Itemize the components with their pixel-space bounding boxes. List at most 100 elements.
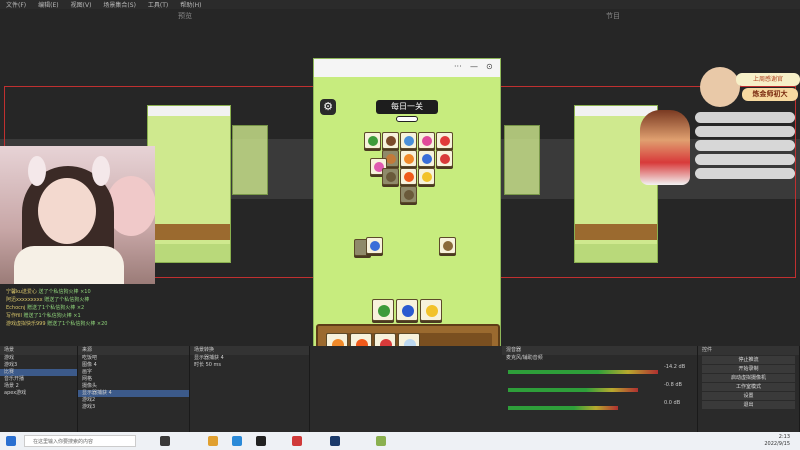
source-item[interactable]: 游戏3 [78, 404, 189, 411]
game-app-icon[interactable] [376, 436, 386, 446]
settings-button[interactable]: ⚙ [320, 99, 336, 115]
obs-window: 文件(F) 编辑(E) 视图(V) 场景集合(S) 工具(T) 帮助(H) 预览… [0, 0, 800, 450]
source-item[interactable]: 吃饭吧 [78, 355, 189, 362]
chat-line: 写作fill 赠送了1个私信狗火棒 ×1 [6, 313, 81, 319]
tile-fire[interactable] [400, 168, 417, 185]
chat-line: 阿迅xxxxxxxxx 赠送了个私信狗火棒 [6, 297, 90, 303]
gear-icon: ⚙ [323, 100, 333, 113]
start-recording-button[interactable]: 开始录制 [702, 365, 795, 373]
obs-icon[interactable] [256, 436, 266, 446]
tile-ball[interactable] [400, 132, 417, 149]
stop-streaming-button[interactable]: 停止推流 [702, 356, 795, 364]
tile-bell-2[interactable] [420, 299, 442, 321]
menu-help[interactable]: 帮助(H) [180, 0, 201, 9]
tile-flower[interactable] [436, 132, 453, 149]
windows-start-icon[interactable] [6, 436, 16, 446]
menu-view[interactable]: 视图(V) [71, 0, 92, 9]
minimize-button[interactable]: — [470, 62, 478, 71]
preview-label: 预览 [178, 12, 192, 20]
gift-row [695, 112, 795, 123]
app-icon[interactable] [292, 436, 302, 446]
gift-row [695, 140, 795, 151]
more-menu-button[interactable]: ··· [454, 62, 462, 71]
bunny-ear-left [28, 156, 46, 186]
gift-row [695, 154, 795, 165]
scene-item[interactable]: 场景 2 [0, 383, 77, 390]
taskbar-search[interactable]: 在这里输入你要搜索的内容 [24, 435, 136, 447]
source-item[interactable]: 画字 [78, 369, 189, 376]
audio-meter [508, 370, 658, 374]
sources-title: 来源 [78, 346, 189, 355]
sources-dock: 来源 吃饭吧 图像 4 画字 网格 摄像头 显示器捕获 4 游戏2 游戏3 [78, 346, 190, 432]
menu-file[interactable]: 文件(F) [6, 0, 26, 9]
gift-row [695, 126, 795, 137]
source-item[interactable]: 游戏2 [78, 397, 189, 404]
gift-row [695, 168, 795, 179]
virtual-camera-button[interactable]: 启动虚拟摄像机 [702, 374, 795, 382]
gift-ranking-list [695, 112, 795, 182]
system-clock[interactable]: 2:13 2022/9/15 [764, 434, 790, 448]
clock-date: 2022/9/15 [764, 441, 790, 447]
audio-meter [508, 406, 618, 410]
db-readout: -0.8 dB [664, 382, 682, 388]
obs-docks: 场景 游戏 游戏3 比赛 音乐开播 场景 2 apex游戏 来源 吃饭吧 图像 … [0, 346, 800, 432]
level-title: 每日一关 [376, 100, 438, 114]
task-view-icon[interactable] [160, 436, 170, 446]
tile-bell[interactable] [418, 168, 435, 185]
windows-taskbar: 在这里输入你要搜索的内容 2:13 2022/9/15 [0, 432, 800, 450]
display-source-label: 显示器捕获 4 [194, 355, 224, 361]
edge-icon[interactable] [232, 436, 242, 446]
transitions-dock: 场景转换 显示器捕获 4 时长 50 ms [190, 346, 310, 432]
transitions-title: 场景转换 [190, 346, 309, 355]
mini-thumb-2 [504, 125, 540, 195]
duration-value[interactable]: 50 ms [206, 362, 221, 368]
weekly-thanks-badge: 上周感谢官 [736, 73, 800, 86]
studio-mode-button[interactable]: 工作室模式 [702, 383, 795, 391]
avatar-character [700, 67, 740, 107]
db-readout: 0.0 dB [664, 400, 681, 406]
exit-button[interactable]: 退出 [702, 401, 795, 409]
mini-thumb-1 [232, 125, 268, 195]
chat-line: 宁馨ku送爱心 送了个私信狗火棒 ×10 [6, 289, 91, 295]
mini-game-preview [147, 105, 231, 263]
menu-scene-collection[interactable]: 场景集合(S) [103, 0, 136, 9]
anime-character-overlay [640, 110, 690, 185]
scene-item[interactable]: 比赛 [0, 369, 77, 376]
duration-row: 时长 50 ms [194, 362, 222, 368]
source-item[interactable]: 摄像头 [78, 383, 189, 390]
tile-stack[interactable] [382, 168, 399, 185]
gift-chat: 宁馨ku送爱心 送了个私信狗火棒 ×10 阿迅xxxxxxxxx 赠送了个私信狗… [6, 288, 156, 328]
chat-line: 游戏虚拟快乐999 赠送了1个私信狗火棒 ×20 [6, 321, 108, 327]
bone-icon [396, 116, 418, 122]
tile-hammer[interactable] [366, 237, 383, 254]
close-target-button[interactable]: ⊙ [486, 62, 493, 71]
tile-glove[interactable] [396, 299, 418, 321]
source-item[interactable]: 显示器捕获 4 [78, 390, 189, 397]
tile-jar[interactable] [418, 150, 435, 167]
streamer-body [14, 246, 124, 284]
scene-item[interactable]: 游戏 [0, 355, 77, 362]
tile-stack[interactable] [400, 186, 417, 203]
controls-dock: 控件 停止推流 开始录制 启动虚拟摄像机 工作室模式 设置 退出 [698, 346, 800, 432]
menu-tools[interactable]: 工具(T) [148, 0, 168, 9]
tile-leaf[interactable] [364, 132, 381, 149]
chrome-icon[interactable] [208, 436, 218, 446]
menu-bar: 文件(F) 编辑(E) 视图(V) 场景集合(S) 工具(T) 帮助(H) [0, 0, 800, 9]
clock-time: 2:13 [778, 434, 790, 440]
tile-carrot[interactable] [400, 150, 417, 167]
tile-grass[interactable] [372, 299, 394, 321]
tile-bowl[interactable] [436, 150, 453, 167]
source-item[interactable]: 网格 [78, 376, 189, 383]
tile-shovel[interactable] [439, 237, 456, 254]
settings-button-obs[interactable]: 设置 [702, 392, 795, 400]
webcam-feed [0, 146, 155, 284]
scene-item[interactable]: 游戏3 [0, 362, 77, 369]
tile-basket[interactable] [382, 132, 399, 149]
steam-icon[interactable] [330, 436, 340, 446]
source-item[interactable]: 图像 4 [78, 362, 189, 369]
tile-yarn[interactable] [418, 132, 435, 149]
menu-edit[interactable]: 编辑(E) [38, 0, 58, 9]
scene-item[interactable]: apex游戏 [0, 390, 77, 397]
scenes-title: 场景 [0, 346, 77, 355]
scene-item[interactable]: 音乐开播 [0, 376, 77, 383]
